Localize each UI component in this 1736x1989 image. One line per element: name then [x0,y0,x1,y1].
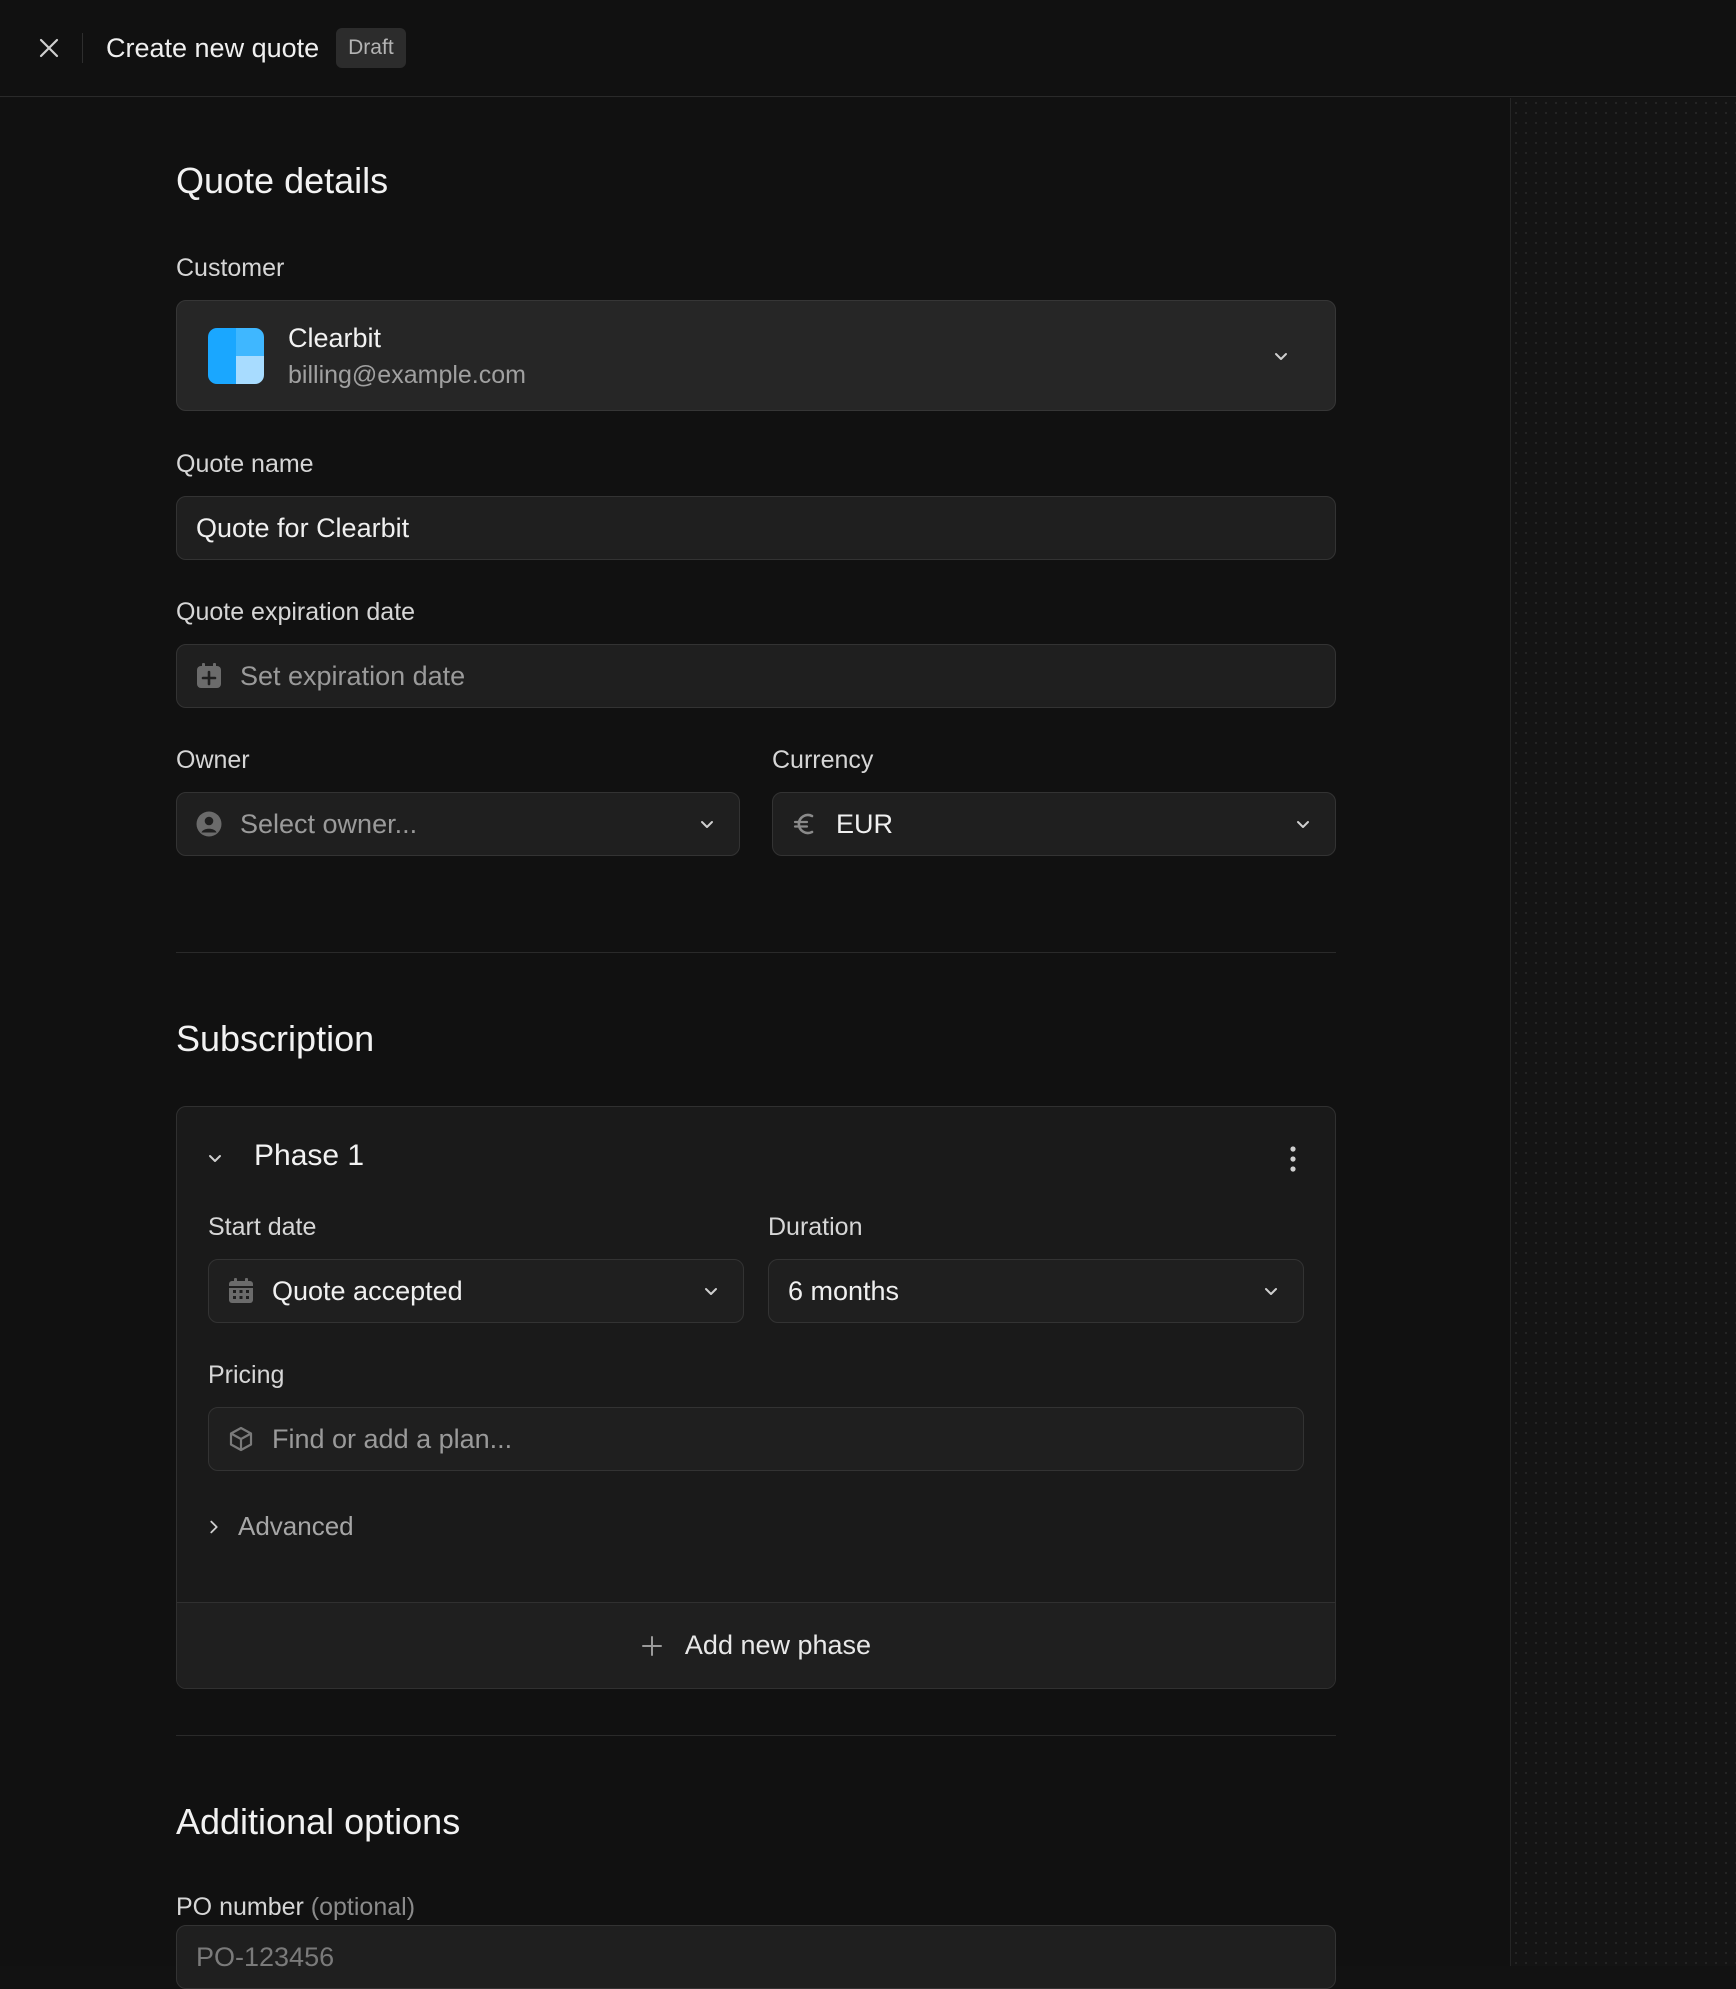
owner-placeholder: Select owner... [240,808,418,839]
add-phase-button[interactable]: Add new phase [177,1602,1335,1688]
close-icon [39,38,59,58]
expiration-date-input[interactable]: Set expiration date [176,644,1336,708]
expiration-label: Quote expiration date [176,598,416,626]
more-vertical-icon[interactable] [1289,1145,1297,1173]
main-content: Quote details Customer Clearbit billing@… [0,98,1510,1989]
chevron-right-icon [210,1520,218,1533]
phase-card: Phase 1 Start date Quote accepted Durati… [176,1106,1336,1689]
po-number-placeholder: PO-123456 [196,1941,335,1972]
chevron-down-icon [705,1288,717,1295]
user-circle-icon [196,811,222,837]
page-title: Create new quote [106,32,320,63]
po-number-input[interactable]: PO-123456 [176,1925,1336,1989]
start-date-value: Quote accepted [272,1275,463,1306]
po-number-label-text: PO number [176,1893,304,1921]
quote-name-value: Quote for Clearbit [196,512,410,543]
pricing-placeholder: Find or add a plan... [272,1423,513,1454]
preview-panel [1510,98,1736,1966]
customer-email: billing@example.com [288,361,526,389]
section-title-quote-details: Quote details [176,160,389,201]
section-divider [176,952,1336,953]
chevron-down-icon [701,821,713,828]
plus-icon [641,1635,662,1656]
section-title-subscription: Subscription [176,1018,375,1059]
currency-label: Currency [772,746,874,774]
duration-select[interactable]: 6 months [768,1259,1304,1323]
chevron-down-icon [1265,1288,1277,1295]
quote-name-label: Quote name [176,450,314,478]
duration-label: Duration [768,1213,863,1241]
pricing-search-input[interactable]: Find or add a plan... [208,1407,1304,1471]
po-number-label: PO number (optional) [176,1893,415,1922]
start-date-select[interactable]: Quote accepted [208,1259,744,1323]
owner-label: Owner [176,746,250,774]
calendar-plus-icon [197,663,221,688]
status-badge: Draft [336,28,406,68]
header-divider [82,33,83,63]
advanced-toggle[interactable]: Advanced [205,1511,354,1542]
pricing-label: Pricing [208,1361,285,1389]
phase-title: Phase 1 [254,1139,365,1172]
package-icon [229,1426,253,1452]
owner-select[interactable]: Select owner... [176,792,740,856]
quote-name-input[interactable]: Quote for Clearbit [176,496,1336,560]
add-phase-label: Add new phase [684,1630,872,1660]
collapse-chevron-icon[interactable] [205,1148,225,1168]
currency-select[interactable]: EUR [772,792,1336,856]
customer-name: Clearbit [288,323,382,353]
close-button[interactable] [29,28,69,68]
section-title-additional-options: Additional options [176,1801,461,1842]
chevron-down-icon [1275,352,1287,360]
advanced-label: Advanced [238,1511,354,1541]
chevron-down-icon [1297,821,1309,828]
currency-value: EUR [836,808,894,839]
customer-label: Customer [176,254,285,282]
euro-icon [793,813,814,835]
top-bar: Create new quote Draft [0,0,1736,97]
customer-logo [208,328,264,384]
calendar-icon [229,1278,253,1303]
customer-select[interactable]: Clearbit billing@example.com [176,300,1336,411]
section-divider [176,1735,1336,1736]
po-number-optional: (optional) [310,1893,416,1921]
duration-value: 6 months [788,1275,900,1306]
start-date-label: Start date [208,1213,317,1241]
expiration-placeholder: Set expiration date [240,660,466,691]
